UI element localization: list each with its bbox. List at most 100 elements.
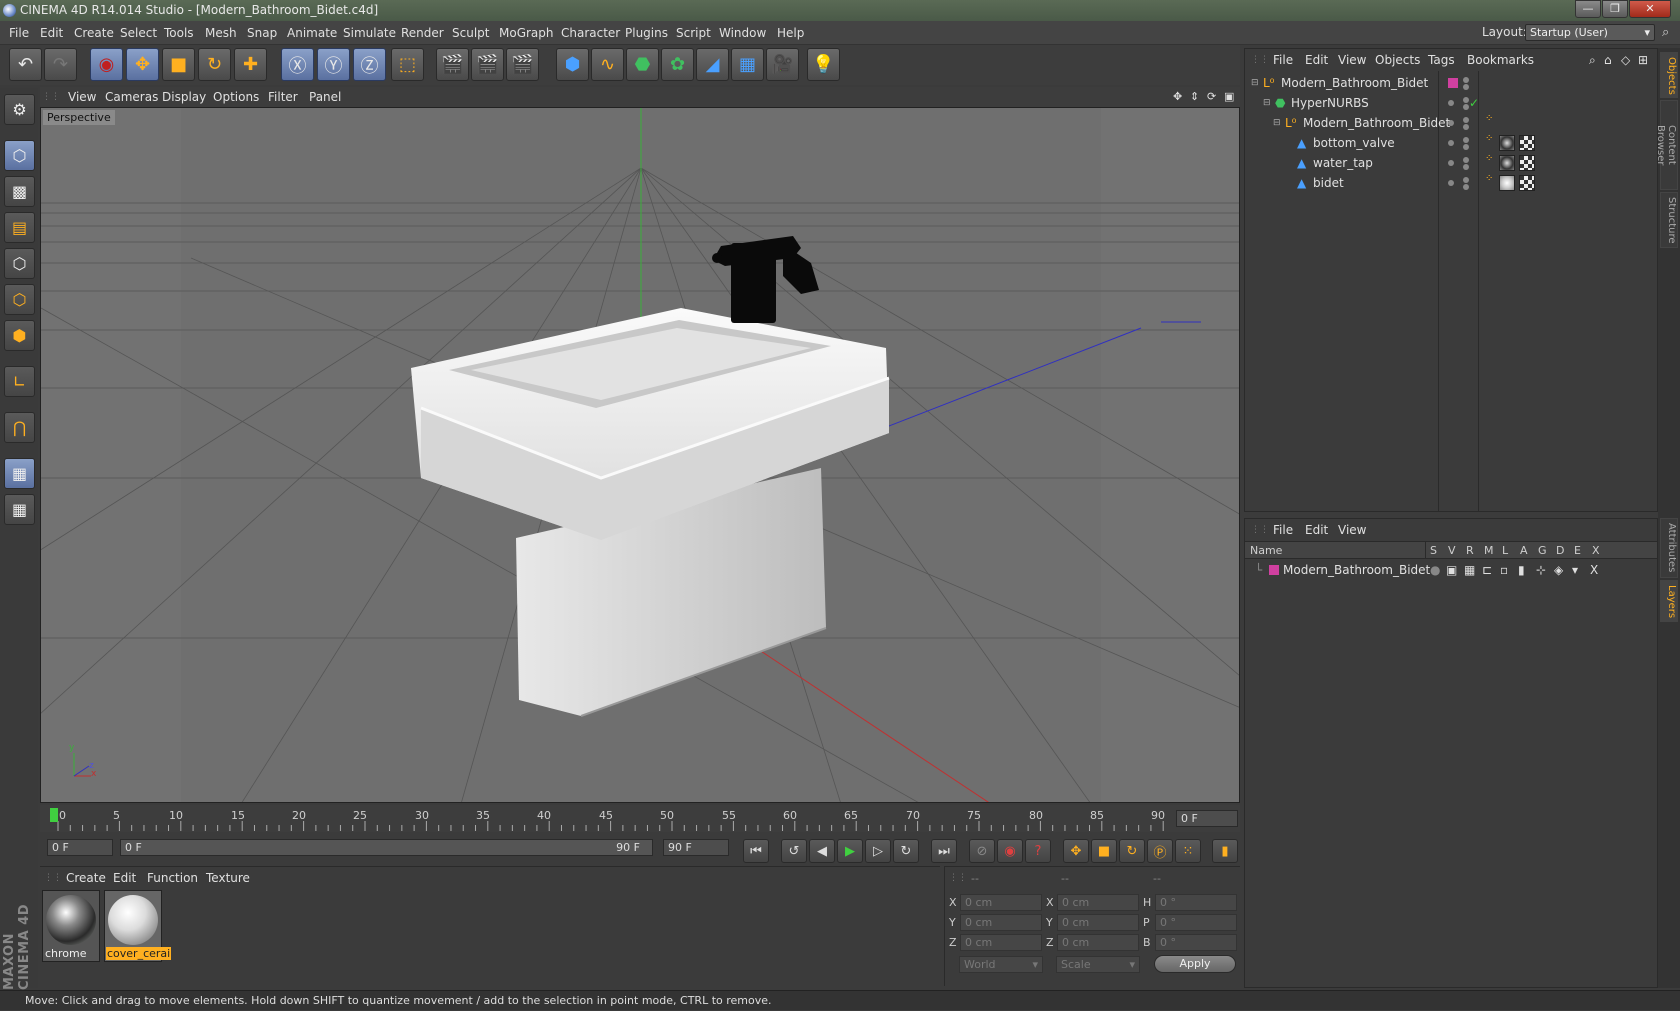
phong-tag-icon[interactable]: ⁘ (1485, 169, 1493, 189)
phong-tag-icon[interactable]: ⁘ (1485, 149, 1493, 169)
texture-mode-button[interactable]: ▩ (4, 176, 35, 207)
timeline-playhead[interactable] (50, 808, 58, 822)
play-forward-button[interactable]: ▶ (837, 839, 863, 863)
object-menu-edit[interactable]: Edit (1305, 53, 1328, 67)
snap-button[interactable]: ⋂ (4, 412, 35, 443)
edges-mode-button[interactable]: ⬡ (4, 284, 35, 315)
object-row[interactable]: ▲ bidet ⁘ (1245, 173, 1657, 193)
object-menu-bookmarks[interactable]: Bookmarks (1467, 53, 1534, 67)
point-level-key-button[interactable]: ⁙ (1175, 839, 1201, 863)
lock-toggle-icon[interactable]: ▫ (1500, 560, 1508, 580)
editor-visibility-dot[interactable] (1463, 77, 1469, 83)
viewport-menu-view[interactable]: View (68, 90, 96, 104)
uvw-tag-icon[interactable] (1519, 135, 1535, 151)
menu-tools[interactable]: Tools (164, 26, 194, 40)
move-tool-button[interactable]: ✥ (126, 48, 159, 81)
workplane-lock-button[interactable]: ▦ (4, 458, 35, 489)
editor-visibility-dot[interactable] (1448, 180, 1454, 186)
viewport-menu-options[interactable]: Options (213, 90, 259, 104)
scene-floor-button[interactable]: ▦ (731, 48, 764, 81)
menu-edit[interactable]: Edit (40, 26, 63, 40)
material-tag-chrome[interactable] (1499, 155, 1515, 171)
y-axis-button[interactable]: Ⓨ (317, 48, 350, 81)
phong-tag-icon[interactable]: ⁘ (1485, 109, 1493, 129)
scale-tool-button[interactable]: ■ (162, 48, 195, 81)
rotation-b-field[interactable]: 0 ° (1155, 934, 1237, 951)
layer-col-view[interactable]: V (1448, 544, 1456, 557)
position-z-field[interactable]: 0 cm (960, 934, 1042, 951)
x-axis-button[interactable]: Ⓧ (281, 48, 314, 81)
uvw-tag-icon[interactable] (1519, 155, 1535, 171)
menu-mograph[interactable]: MoGraph (499, 26, 554, 40)
search-icon[interactable]: ⌕ (1662, 25, 1669, 40)
material-menu-create[interactable]: Create (66, 871, 106, 885)
polygons-mode-button[interactable]: ⬢ (4, 320, 35, 351)
layer-col-locked[interactable]: L (1502, 544, 1508, 557)
menu-help[interactable]: Help (777, 26, 804, 40)
layer-col-animation[interactable]: A (1520, 544, 1528, 557)
home-icon[interactable]: ⌂ (1604, 53, 1612, 67)
editor-visibility-dot[interactable] (1463, 117, 1469, 123)
camera-button[interactable]: 🎥 (766, 48, 799, 81)
uvw-tag-icon[interactable] (1519, 175, 1535, 191)
apply-button[interactable]: Apply (1154, 955, 1236, 973)
render-settings-button[interactable]: 🎬 (506, 48, 539, 81)
menu-window[interactable]: Window (719, 26, 766, 40)
deformer-toggle-icon[interactable]: ◈ (1554, 560, 1563, 580)
go-to-next-frame-button[interactable]: ▷ (865, 839, 891, 863)
live-selection-button[interactable]: ◉ (90, 48, 123, 81)
axis-mode-button[interactable]: ∟ (4, 366, 35, 397)
z-axis-button[interactable]: Ⓩ (353, 48, 386, 81)
perspective-viewport[interactable]: y x z Perspective (40, 107, 1240, 803)
xref-toggle-icon[interactable]: X (1590, 560, 1598, 580)
layer-menu-edit[interactable]: Edit (1305, 523, 1328, 537)
object-row[interactable]: ⊟ L⁰ Modern_Bathroom_Bidet ⁘ (1245, 113, 1657, 133)
manager-toggle-icon[interactable]: ⊏ (1482, 560, 1492, 580)
current-frame-field[interactable]: 0 F (1176, 810, 1238, 827)
layer-color-swatch[interactable] (1448, 78, 1458, 88)
expression-toggle-icon[interactable]: ▾ (1572, 560, 1578, 580)
layer-col-expressions[interactable]: E (1574, 544, 1581, 557)
deformer-button[interactable]: ◢ (696, 48, 729, 81)
eye-icon[interactable]: ◇ (1621, 53, 1630, 67)
workplane-mode-button[interactable]: ▤ (4, 212, 35, 243)
expand-icon[interactable]: ⊟ (1273, 113, 1281, 133)
material-cover-ceramic[interactable]: cover_cerai (104, 890, 172, 962)
material-menu-edit[interactable]: Edit (113, 871, 136, 885)
layer-col-generators[interactable]: G (1538, 544, 1547, 557)
parameter-key-button[interactable]: Ⓟ (1147, 839, 1173, 863)
expand-icon[interactable]: ⊟ (1251, 73, 1259, 93)
render-visibility-dot[interactable] (1463, 84, 1469, 90)
go-to-next-key-button[interactable]: ↻ (893, 839, 919, 863)
recent-tool-button[interactable]: ✚ (234, 48, 267, 81)
enabled-check-icon[interactable]: ✓ (1469, 93, 1479, 113)
size-z-field[interactable]: 0 cm (1057, 934, 1139, 951)
model-mode-button[interactable]: ⬡ (4, 140, 35, 171)
rotate-tool-button[interactable]: ↻ (198, 48, 231, 81)
render-visibility-dot[interactable] (1463, 124, 1469, 130)
material-menu-function[interactable]: Function (147, 871, 198, 885)
view-toggle-icon[interactable]: ▣ (1446, 560, 1457, 580)
layer-menu-view[interactable]: View (1338, 523, 1366, 537)
layer-menu-file[interactable]: File (1273, 523, 1293, 537)
object-menu-view[interactable]: View (1338, 53, 1366, 67)
menu-snap[interactable]: Snap (247, 26, 277, 40)
render-view-button[interactable]: 🎬 (436, 48, 469, 81)
size-y-field[interactable]: 0 cm (1057, 914, 1139, 931)
layer-color-swatch[interactable] (1269, 565, 1279, 575)
viewport-move-icon[interactable]: ✥ (1173, 90, 1182, 103)
position-x-field[interactable]: 0 cm (960, 894, 1042, 911)
menu-file[interactable]: File (9, 26, 29, 40)
layer-col-render[interactable]: R (1466, 544, 1474, 557)
frame-range-slider[interactable]: 0 F 90 F (120, 839, 653, 856)
render-toggle-icon[interactable]: ▦ (1464, 560, 1475, 580)
menu-plugins[interactable]: Plugins (625, 26, 668, 40)
layer-col-deformers[interactable]: D (1556, 544, 1564, 557)
layer-header-name[interactable]: Name (1250, 544, 1282, 557)
size-x-field[interactable]: 0 cm (1057, 894, 1139, 911)
tab-content-browser[interactable]: Content Browser (1655, 100, 1678, 190)
cube-primitive-button[interactable]: ⬢ (556, 48, 589, 81)
layer-col-xref[interactable]: X (1592, 544, 1600, 557)
timeline-window-button[interactable]: ▮ (1212, 839, 1238, 863)
viewport-zoom-icon[interactable]: ⇕ (1190, 90, 1199, 103)
